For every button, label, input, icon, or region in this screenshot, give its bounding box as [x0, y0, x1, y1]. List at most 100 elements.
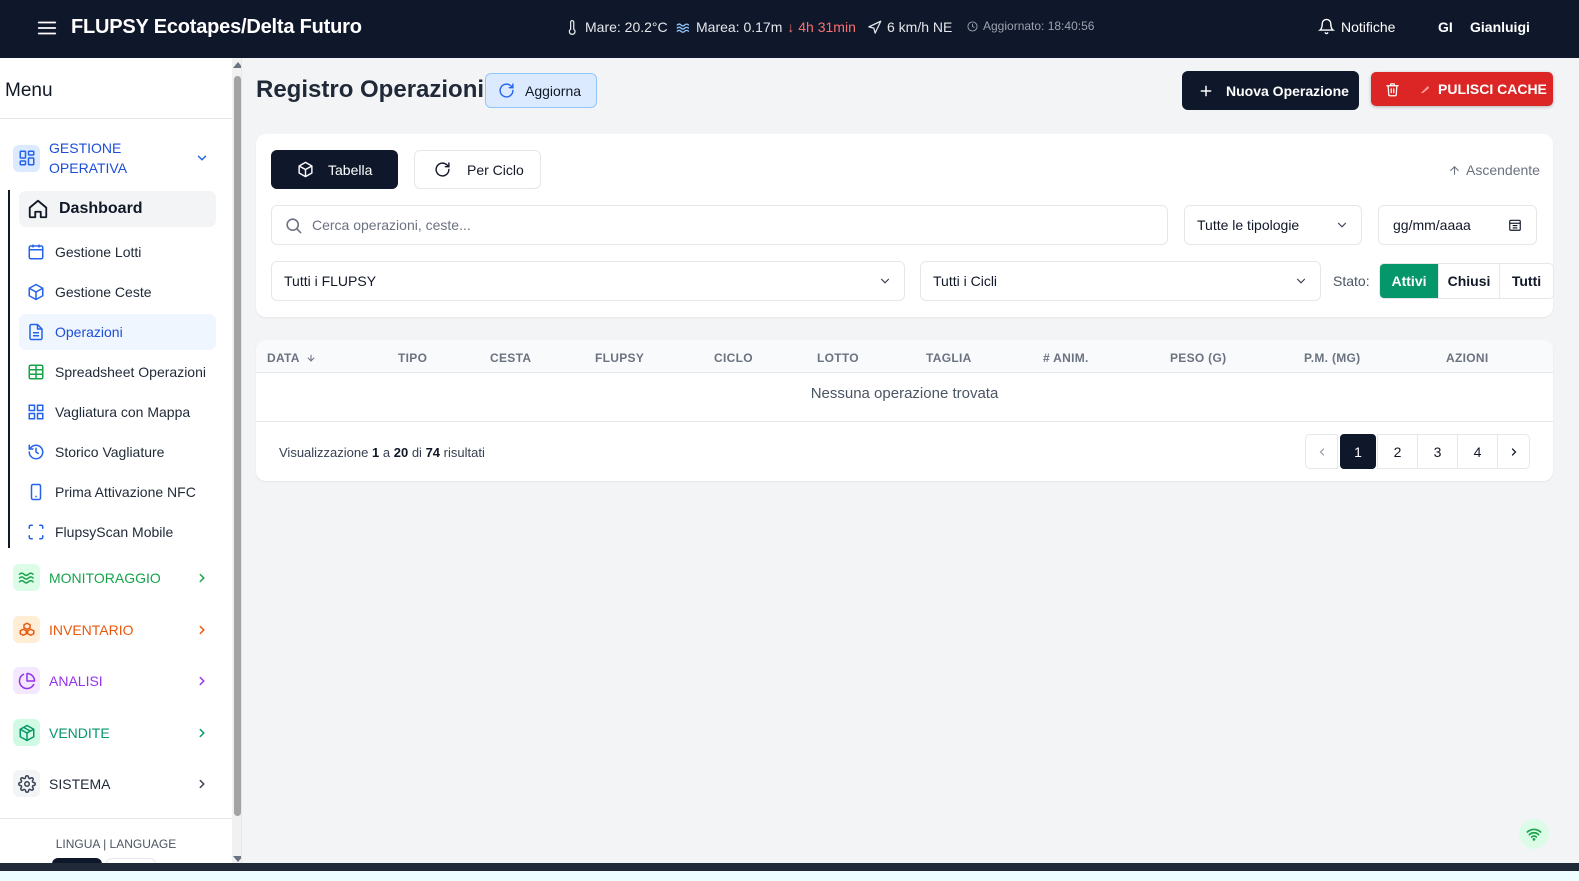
previous-page-button[interactable]	[1305, 434, 1338, 469]
page-title: Registro Operazioni	[256, 76, 485, 103]
sidebar-item-dashboard[interactable]: Dashboard	[19, 191, 216, 227]
status-all-button[interactable]: Tutti	[1499, 264, 1553, 298]
section-vendite[interactable]: VENDITE	[13, 719, 209, 746]
refresh-label: Aggiorna	[525, 82, 582, 99]
chevron-left-icon	[1319, 447, 1324, 456]
broom-icon	[1421, 86, 1429, 93]
sidebar-item-nfc[interactable]: Prima Attivazione NFC	[19, 474, 216, 510]
results-summary: Visualizzazione 1 a 20 di 74 risultati	[279, 445, 485, 460]
user-avatar[interactable]: GI	[1438, 19, 1453, 35]
divider	[256, 421, 1553, 422]
view-cycle-label: Per Ciclo	[467, 161, 524, 178]
clear-cache-label: PULISCI CACHE	[1438, 81, 1547, 97]
section-gestione-operativa[interactable]: GESTIONE OPERATIVA	[13, 138, 209, 178]
user-name[interactable]: Gianluigi	[1470, 19, 1530, 35]
column-header-data[interactable]: DATA	[267, 351, 316, 365]
view-table-button[interactable]: Tabella	[271, 150, 398, 189]
notifications-button[interactable]: Notifiche	[1318, 18, 1395, 35]
section-label: GESTIONE OPERATIVA	[49, 140, 128, 176]
chevron-right-icon	[199, 625, 205, 634]
flupsy-select[interactable]: Tutti i FLUPSY	[271, 261, 905, 301]
column-header-animali[interactable]: # ANIM.	[1043, 351, 1089, 365]
type-select[interactable]: Tutte le tipologie	[1184, 205, 1362, 245]
sea-temp-value: Mare: 20.2°C	[585, 19, 668, 35]
view-cycle-button[interactable]: Per Ciclo	[414, 150, 541, 189]
column-header-peso[interactable]: PESO (G)	[1170, 351, 1226, 365]
sidebar-item-ceste[interactable]: Gestione Ceste	[19, 274, 216, 310]
scroll-up-arrow-icon[interactable]	[233, 62, 241, 68]
page-button-4[interactable]: 4	[1457, 434, 1498, 469]
refresh-icon	[499, 83, 514, 98]
date-input[interactable]: gg/mm/aaaa	[1378, 205, 1537, 245]
scroll-down-arrow-icon[interactable]	[233, 856, 241, 862]
bottom-bar	[0, 863, 1579, 881]
status-active-button[interactable]: Attivi	[1380, 264, 1438, 298]
plus-icon	[1200, 85, 1212, 96]
column-header-peso-medio[interactable]: P.M. (MG)	[1304, 351, 1360, 365]
sidebar-item-scan[interactable]: FlupsyScan Mobile	[19, 514, 216, 550]
sidebar-item-storico[interactable]: Storico Vagliature	[19, 434, 216, 470]
next-page-button[interactable]	[1497, 434, 1530, 469]
column-header-lotto[interactable]: LOTTO	[817, 351, 859, 365]
calendar-icon[interactable]	[1508, 218, 1522, 232]
new-operation-label: Nuova Operazione	[1226, 82, 1349, 99]
hamburger-menu-icon[interactable]	[36, 17, 58, 39]
boxes-icon	[13, 616, 40, 643]
date-placeholder: gg/mm/aaaa	[1393, 217, 1471, 233]
chevron-right-icon	[199, 573, 205, 582]
section-inventario[interactable]: INVENTARIO	[13, 616, 209, 643]
sidebar-item-spreadsheet[interactable]: Spreadsheet Operazioni	[19, 354, 216, 390]
page-button-3[interactable]: 3	[1417, 434, 1458, 469]
thermometer-icon	[565, 19, 580, 35]
column-header-label: DATA	[267, 351, 300, 365]
waves-icon	[676, 20, 691, 35]
status-closed-button[interactable]: Chiusi	[1438, 264, 1499, 298]
results-from: 1	[372, 445, 380, 460]
arrow-down-icon	[307, 354, 315, 362]
tide-value: Marea: 0.17m	[696, 19, 783, 35]
section-analisi[interactable]: ANALISI	[13, 667, 209, 694]
cycle-select-value: Tutti i Cicli	[933, 273, 998, 289]
sidebar-scrollbar-thumb[interactable]	[234, 76, 241, 816]
section-sistema[interactable]: SISTEMA	[13, 770, 209, 797]
column-header-azioni: AZIONI	[1446, 351, 1489, 365]
column-header-taglia[interactable]: TAGLIA	[926, 351, 972, 365]
view-table-label: Tabella	[328, 161, 373, 178]
connection-status[interactable]	[1519, 819, 1549, 849]
sidebar-item-operazioni[interactable]: Operazioni	[19, 314, 216, 350]
home-icon	[28, 199, 48, 219]
refresh-button[interactable]: Aggiorna	[485, 73, 597, 108]
package-icon	[13, 719, 40, 746]
chevron-right-icon	[199, 779, 205, 788]
clear-cache-button[interactable]: PULISCI CACHE	[1371, 72, 1553, 106]
section-label: VENDITE	[49, 724, 110, 741]
app-title: FLUPSY Ecotapes/Delta Futuro	[71, 16, 362, 38]
chevron-down-icon	[880, 278, 890, 284]
column-header-tipo[interactable]: TIPO	[398, 351, 427, 365]
filter-panel: Tabella Per Ciclo Ascendente Tutte le ti…	[256, 134, 1554, 317]
wind-value: 6 km/h NE	[887, 19, 953, 35]
cycle-select[interactable]: Tutti i Cicli	[920, 261, 1321, 301]
results-prefix: Visualizzazione	[279, 445, 369, 460]
section-monitoraggio[interactable]: MONITORAGGIO	[13, 564, 209, 591]
page-button-2[interactable]: 2	[1377, 434, 1418, 469]
navigation-arrow-icon	[867, 20, 882, 35]
sidebar-item-label: Dashboard	[59, 200, 143, 217]
clock-icon	[967, 20, 978, 32]
sidebar-item-vagliatura[interactable]: Vagliatura con Mappa	[19, 394, 216, 430]
sort-ascending-button[interactable]: Ascendente	[1448, 162, 1540, 178]
page-button-1[interactable]: 1	[1340, 434, 1376, 469]
results-connector: di	[411, 445, 422, 460]
search-field[interactable]	[271, 205, 1168, 245]
sidebar-item-lotti[interactable]: Gestione Lotti	[19, 234, 216, 270]
column-header-cesta[interactable]: CESTA	[490, 351, 531, 365]
column-header-ciclo[interactable]: CICLO	[714, 351, 753, 365]
new-operation-button[interactable]: Nuova Operazione	[1182, 71, 1359, 110]
search-input[interactable]	[312, 217, 1112, 233]
results-total: 74	[425, 445, 441, 460]
cube-icon	[298, 161, 313, 178]
wifi-icon	[1526, 828, 1542, 841]
sidebar-item-label: Spreadsheet Operazioni	[55, 364, 206, 380]
top-bar: FLUPSY Ecotapes/Delta Futuro Mare: 20.2°…	[0, 0, 1579, 58]
column-header-flupsy[interactable]: FLUPSY	[595, 351, 644, 365]
